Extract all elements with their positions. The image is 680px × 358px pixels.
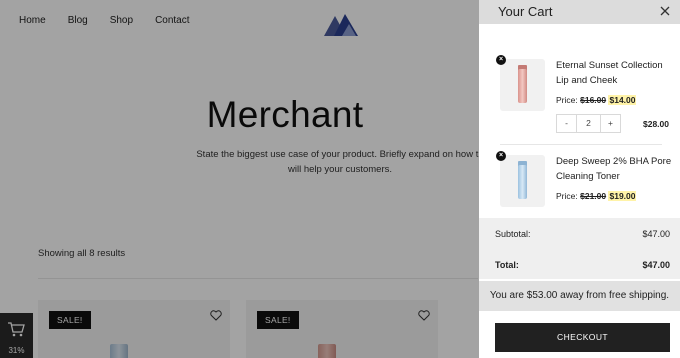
sale-price: $19.00 bbox=[608, 191, 637, 201]
cart-item-image[interactable] bbox=[500, 59, 545, 111]
cart-drawer: Your Cart × Eternal Sunset Collection Li… bbox=[479, 0, 680, 358]
page-overlay[interactable] bbox=[0, 0, 479, 358]
price-label: Price: bbox=[556, 191, 578, 201]
subtotal-row: Subtotal: $47.00 bbox=[479, 218, 680, 251]
cart-header: Your Cart bbox=[479, 0, 680, 24]
decrease-quantity-button[interactable]: - bbox=[557, 115, 577, 132]
total-value: $47.00 bbox=[642, 260, 670, 270]
close-icon[interactable] bbox=[658, 4, 672, 18]
subtotal-value: $47.00 bbox=[642, 229, 670, 239]
divider bbox=[500, 144, 662, 145]
remove-item-button[interactable]: × bbox=[496, 55, 506, 65]
subtotal-label: Subtotal: bbox=[495, 229, 531, 239]
total-row: Total: $47.00 bbox=[479, 249, 680, 279]
old-price: $16.00 bbox=[580, 95, 607, 105]
increase-quantity-button[interactable]: + bbox=[600, 115, 620, 132]
sale-price: $14.00 bbox=[608, 95, 637, 105]
price-label: Price: bbox=[556, 95, 578, 105]
line-total: $28.00 bbox=[643, 119, 669, 129]
cart-item-name[interactable]: Eternal Sunset Collection Lip and Cheek bbox=[556, 59, 674, 88]
quantity-stepper: - 2 + bbox=[556, 114, 621, 133]
total-label: Total: bbox=[495, 260, 519, 270]
product-bottle bbox=[518, 69, 527, 103]
cart-item-price: Price: $21.00 $19.00 bbox=[556, 191, 637, 201]
cart-item-image[interactable] bbox=[500, 155, 545, 207]
cart-item-name[interactable]: Deep Sweep 2% BHA Pore Cleaning Toner bbox=[556, 155, 674, 184]
free-shipping-notice: You are $53.00 away from free shipping. bbox=[479, 281, 680, 311]
cart-summary: Subtotal: $47.00 Total: $47.00 You are $… bbox=[479, 218, 680, 358]
checkout-button[interactable]: CHECKOUT bbox=[495, 323, 670, 352]
cart-title: Your Cart bbox=[498, 4, 553, 19]
quantity-input[interactable]: 2 bbox=[577, 115, 600, 132]
cart-item-price: Price: $16.00 $14.00 bbox=[556, 95, 637, 105]
remove-item-button[interactable]: × bbox=[496, 151, 506, 161]
product-bottle bbox=[518, 165, 527, 199]
old-price: $21.00 bbox=[580, 191, 607, 201]
